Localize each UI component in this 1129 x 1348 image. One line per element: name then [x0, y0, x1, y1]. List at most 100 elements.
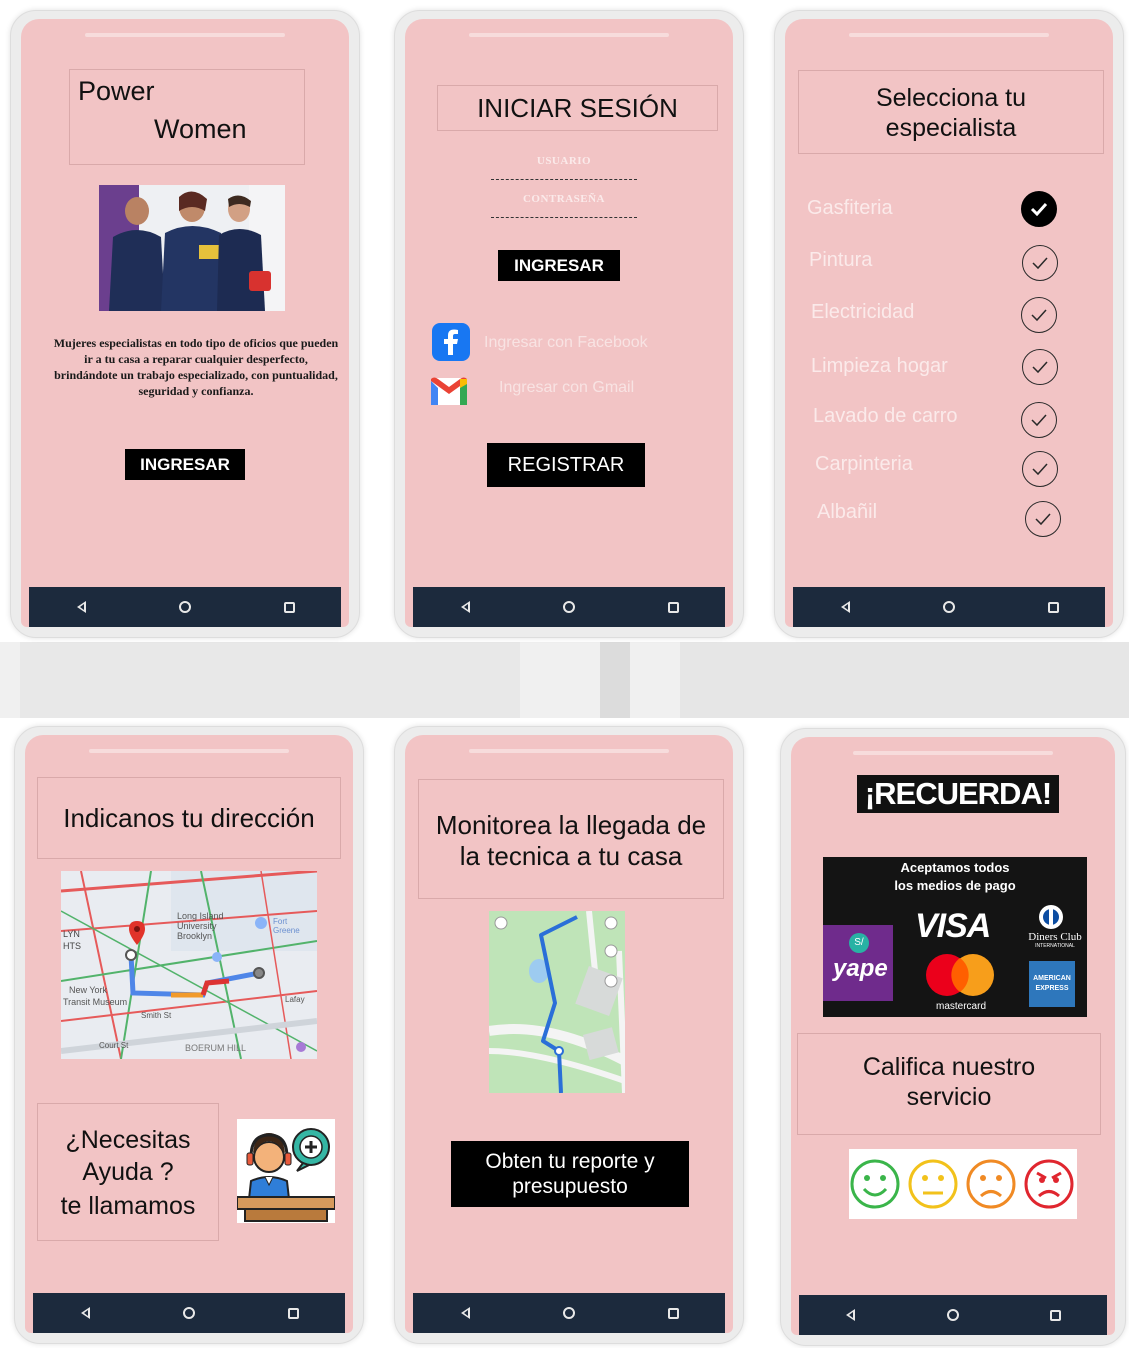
speaker-notch	[85, 33, 285, 37]
map-label-its: HTS	[63, 941, 81, 951]
background-band	[0, 642, 1129, 718]
specialist-item-carpinteria[interactable]: Carpinteria	[815, 453, 913, 476]
specialist-item-limpieza[interactable]: Limpieza hogar	[811, 355, 948, 378]
recents-icon[interactable]	[285, 1305, 301, 1321]
map-label-lyn: LYN	[63, 929, 80, 939]
recents-icon[interactable]	[665, 599, 681, 615]
welcome-ingresar-button[interactable]: INGRESAR	[125, 449, 245, 480]
recents-icon[interactable]	[665, 1305, 681, 1321]
password-field[interactable]: CONTRASEÑA	[491, 193, 637, 205]
android-navbar	[29, 587, 341, 627]
facebook-login-link[interactable]: Ingresar con Facebook	[484, 334, 648, 352]
unchecked-circle-icon[interactable]	[1022, 451, 1058, 487]
android-navbar	[799, 1295, 1107, 1335]
welcome-title-line1: Power	[78, 76, 155, 106]
rating-panel	[849, 1149, 1077, 1219]
welcome-screen: Power Women Mujeres especialistas en tod…	[21, 19, 349, 627]
phone-remember: ¡RECUERDA! Aceptamos todos los medios de…	[780, 728, 1126, 1346]
unchecked-circle-icon[interactable]	[1025, 501, 1061, 537]
women-workers-photo	[99, 185, 285, 311]
speaker-notch	[469, 33, 669, 37]
monitor-screen: Monitorea la llegada de la tecnica a tu …	[405, 735, 733, 1333]
recents-icon[interactable]	[281, 599, 297, 615]
map-label-court: Court St	[99, 1041, 129, 1050]
back-icon[interactable]	[457, 1305, 473, 1321]
phone-monitor: Monitorea la llegada de la tecnica a tu …	[394, 726, 744, 1344]
login-title: INICIAR SESIÓN	[437, 85, 718, 131]
specialist-item-albanil[interactable]: Albañil	[817, 501, 877, 524]
diners-logo-icon	[1039, 905, 1063, 929]
username-field[interactable]: USUARIO	[491, 155, 637, 167]
phone-specialist: Selecciona tu especialista Gasfiteria Pi…	[774, 10, 1124, 638]
specialist-item-lavado[interactable]: Lavado de carro	[813, 405, 958, 428]
login-ingresar-button[interactable]: INGRESAR	[498, 250, 620, 281]
home-icon[interactable]	[945, 1307, 961, 1323]
welcome-title-line2: Women	[154, 114, 247, 144]
rate-title: Califica nuestro servicio	[797, 1033, 1101, 1135]
mastercard-label: mastercard	[935, 1001, 986, 1012]
facebook-icon[interactable]	[432, 323, 470, 361]
recents-icon[interactable]	[1048, 1307, 1064, 1323]
android-navbar	[413, 1293, 725, 1333]
call-agent-icon[interactable]	[236, 1119, 336, 1223]
help-box: ¿Necesitas Ayuda ? te llamamos	[37, 1103, 219, 1241]
home-icon[interactable]	[941, 599, 957, 615]
diners-sublabel: INTERNATIONAL	[1035, 943, 1075, 949]
unchecked-circle-icon[interactable]	[1022, 245, 1058, 281]
unchecked-circle-icon[interactable]	[1021, 297, 1057, 333]
speaker-notch	[849, 33, 1049, 37]
home-icon[interactable]	[177, 599, 193, 615]
speaker-notch	[89, 749, 289, 753]
home-icon[interactable]	[181, 1305, 197, 1321]
mastercard-logo	[923, 953, 999, 999]
report-button[interactable]: Obten tu reporte y presupuesto	[451, 1141, 689, 1207]
map-label-fort-greene: Fort Greene	[273, 917, 300, 935]
route-map[interactable]: Long Island University Brooklyn Fort Gre…	[61, 871, 317, 1059]
payment-methods-card: Aceptamos todos los medios de pago S/ ya…	[823, 857, 1087, 1017]
unchecked-circle-icon[interactable]	[1021, 402, 1057, 438]
back-icon[interactable]	[73, 599, 89, 615]
back-icon[interactable]	[457, 599, 473, 615]
login-screen: INICIAR SESIÓN USUARIO CONTRASEÑA INGRES…	[405, 19, 733, 627]
map-label-new-york: New York	[69, 985, 108, 995]
address-title: Indicanos tu dirección	[37, 777, 341, 859]
back-icon[interactable]	[77, 1305, 93, 1321]
specialist-screen: Selecciona tu especialista Gasfiteria Pi…	[785, 19, 1113, 627]
unchecked-circle-icon[interactable]	[1022, 349, 1058, 385]
phone-login: INICIAR SESIÓN USUARIO CONTRASEÑA INGRES…	[394, 10, 744, 638]
yape-label: yape	[833, 955, 888, 982]
specialist-title: Selecciona tu especialista	[798, 70, 1104, 154]
register-button[interactable]: REGISTRAR	[487, 443, 645, 487]
home-icon[interactable]	[561, 599, 577, 615]
map-label-hill: BOERUM HILL	[185, 1043, 247, 1053]
home-icon[interactable]	[561, 1305, 577, 1321]
android-navbar	[413, 587, 725, 627]
map-label-smith: Smith St	[141, 1011, 172, 1020]
back-icon[interactable]	[837, 599, 853, 615]
phone-welcome: Power Women Mujeres especialistas en tod…	[10, 10, 360, 638]
specialist-item-electricidad[interactable]: Electricidad	[811, 301, 914, 324]
diners-label: Diners Club	[1028, 931, 1082, 943]
password-underline	[491, 217, 637, 218]
specialist-item-pintura[interactable]: Pintura	[809, 249, 872, 272]
recents-icon[interactable]	[1045, 599, 1061, 615]
monitor-title: Monitorea la llegada de la tecnica a tu …	[418, 779, 724, 899]
amex-logo: AMERICAN EXPRESS	[1029, 961, 1075, 1007]
gmail-login-link[interactable]: Ingresar con Gmail	[499, 379, 634, 397]
remember-screen: ¡RECUERDA! Aceptamos todos los medios de…	[791, 737, 1115, 1335]
help-line2: Ayuda ?	[82, 1158, 174, 1186]
checked-circle-icon[interactable]	[1021, 191, 1057, 227]
specialist-item-gasfiteria[interactable]: Gasfiteria	[807, 197, 893, 220]
rating-happy-icon[interactable]	[850, 1159, 900, 1209]
remember-banner: ¡RECUERDA!	[857, 775, 1059, 813]
rating-angry-icon[interactable]	[1024, 1159, 1074, 1209]
rating-neutral-icon[interactable]	[908, 1159, 958, 1209]
rating-sad-icon[interactable]	[966, 1159, 1016, 1209]
gmail-icon[interactable]	[429, 375, 469, 407]
help-line1: ¿Necesitas	[65, 1126, 191, 1154]
yape-badge: S/	[849, 933, 869, 953]
yape-logo: S/ yape	[823, 925, 893, 1001]
back-icon[interactable]	[842, 1307, 858, 1323]
tracking-map[interactable]	[489, 911, 625, 1093]
visa-logo: VISA	[915, 907, 991, 945]
